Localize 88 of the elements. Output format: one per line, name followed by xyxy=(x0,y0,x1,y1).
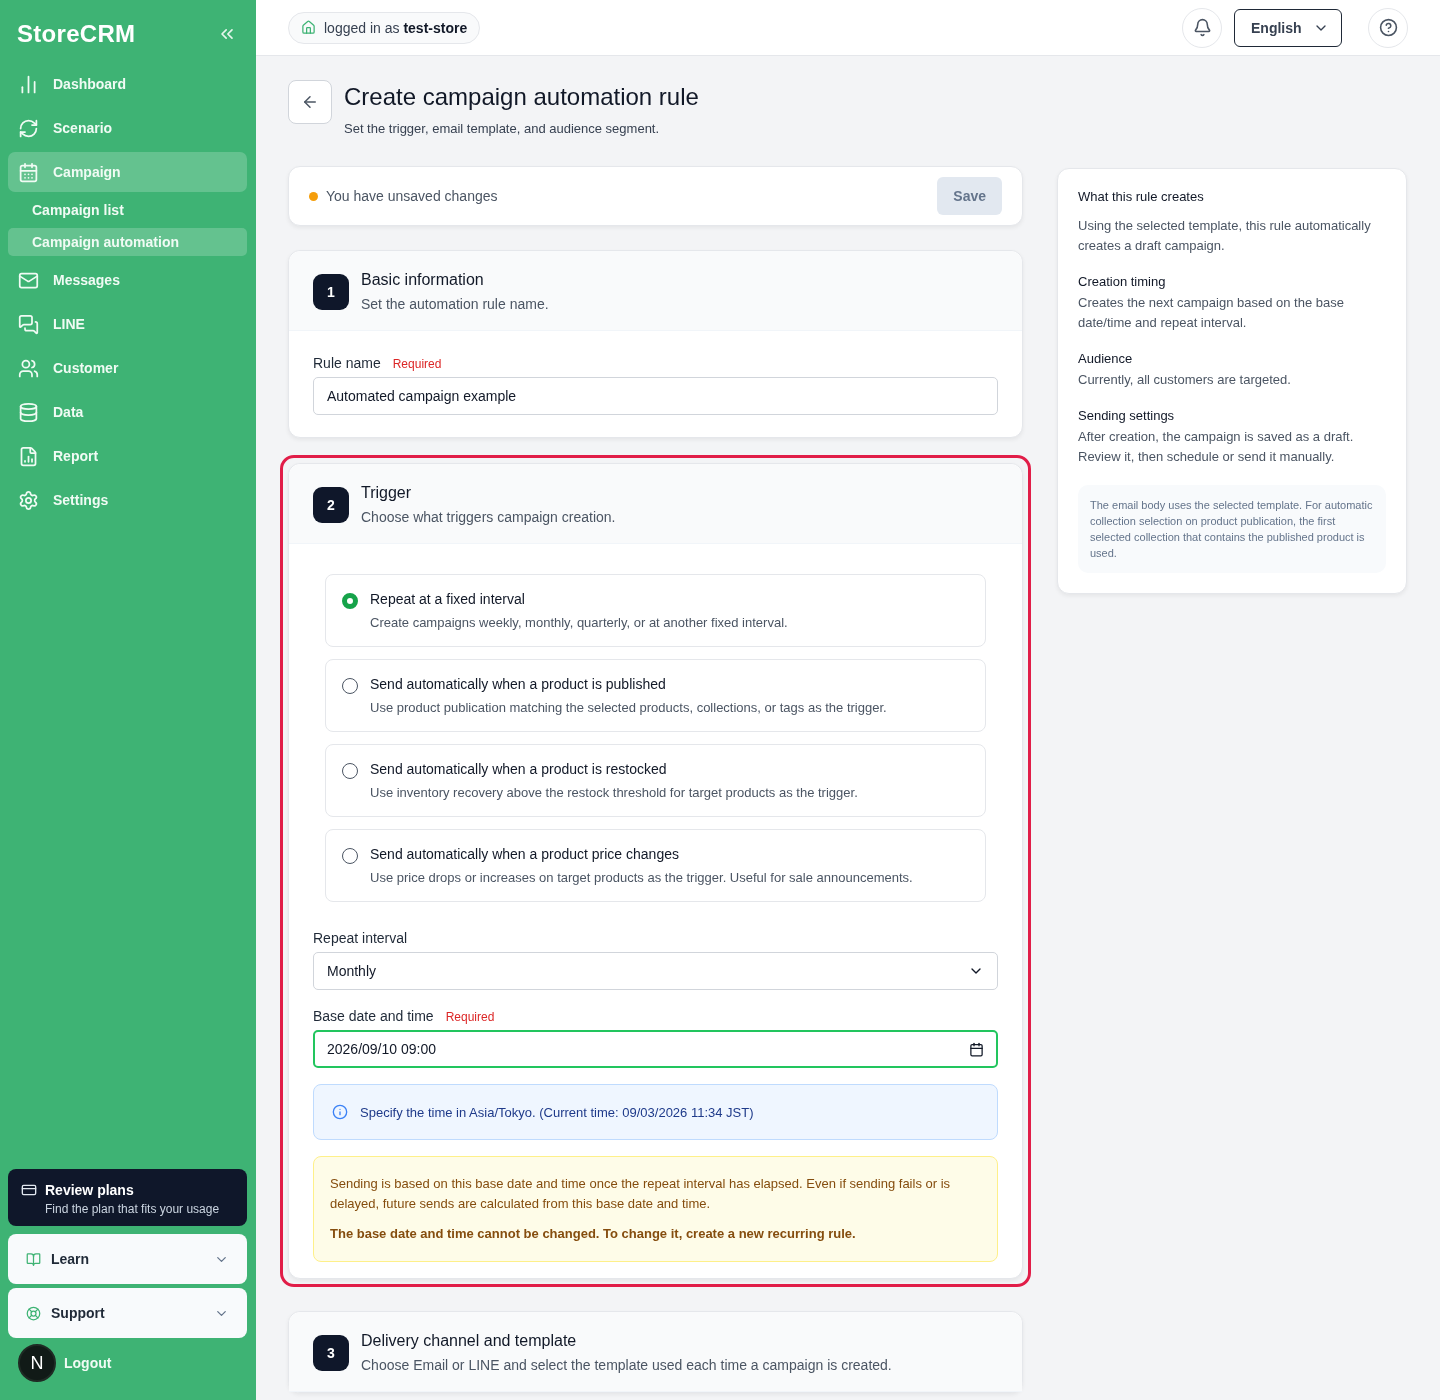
page-subtitle: Set the trigger, email template, and audience segment. xyxy=(344,121,661,136)
field-label: Rule name xyxy=(313,355,381,371)
calendar-icon xyxy=(18,161,39,183)
summary-note: The email body uses the selected template. For automatic collection selection on product publication, the first selected collection that contains the published product is used. xyxy=(1078,485,1386,573)
option-title: Send automatically when a product price changes xyxy=(370,846,680,862)
status-dot xyxy=(309,191,318,201)
info-icon xyxy=(332,1104,348,1120)
summary-text: Creates the next campaign based on the base date/time and repeat interval. xyxy=(1078,294,1345,332)
report-icon xyxy=(18,445,39,467)
select-field[interactable]: Monthly xyxy=(313,952,998,990)
logo: StoreCRM xyxy=(17,20,136,48)
help-icon xyxy=(1378,18,1398,37)
option-description: Use product publication matching the selected products, collections, or tags as the trigger. xyxy=(370,700,887,715)
summary-title: Creation timing xyxy=(1078,274,1167,289)
option-title: Send automatically when a product is restocked xyxy=(370,761,668,777)
users-icon xyxy=(18,357,39,379)
language-select[interactable]: English xyxy=(1234,8,1342,47)
summary-title: Audience xyxy=(1078,351,1134,366)
card-icon xyxy=(21,1182,37,1198)
summary-text: Currently, all customers are targeted. xyxy=(1078,371,1292,389)
warning-text: Sending is based on this base date and time once the repeat interval has elapsed. Even if sending fails or is delayed, future sends are calculated from this base date and time. xyxy=(330,1175,952,1213)
help-button[interactable] xyxy=(1368,7,1408,48)
section-title: Delivery channel and template xyxy=(361,1332,578,1350)
home-icon xyxy=(301,20,316,35)
database-icon xyxy=(18,401,39,423)
option-description: Use price drops or increases on target products as the trigger. Useful for sale announcements. xyxy=(370,870,913,885)
calendar-icon xyxy=(969,1041,984,1057)
back-button[interactable] xyxy=(288,80,332,124)
login-text: logged in as test-store xyxy=(324,19,468,36)
required-label: Required xyxy=(392,357,442,371)
option-title: Repeat at a fixed interval xyxy=(370,591,526,607)
nav-item[interactable]: LINE xyxy=(8,304,247,344)
section-subtitle: Choose what triggers campaign creation. xyxy=(361,509,616,525)
accordion-button[interactable]: Learn xyxy=(8,1234,247,1284)
required-label: Required xyxy=(445,1010,495,1024)
nav-item[interactable]: Campaign xyxy=(8,152,247,192)
accordion-button[interactable]: Support xyxy=(8,1288,247,1338)
section-subtitle: Set the automation rule name. xyxy=(361,296,549,312)
section-title: Trigger xyxy=(361,484,413,502)
step-number: 2 xyxy=(313,487,349,523)
refresh-icon xyxy=(18,117,39,139)
nav-item[interactable]: Dashboard xyxy=(8,64,247,104)
chat-icon xyxy=(18,313,39,335)
nav-item[interactable]: Scenario xyxy=(8,108,247,148)
plans-card[interactable]: Review plans Find the plan that fits your usage xyxy=(8,1169,247,1226)
summary-text: Using the selected template, this rule automatically creates a draft campaign. xyxy=(1078,217,1372,255)
nav-subitem[interactable]: Campaign list xyxy=(8,196,247,224)
nav-item[interactable]: Report xyxy=(8,436,247,476)
option-title: Send automatically when a product is published xyxy=(370,676,667,692)
datetime-field[interactable]: 2026/09/10 09:00 xyxy=(313,1030,998,1068)
nav-subitem[interactable]: Campaign automation xyxy=(8,228,247,256)
nav-item[interactable]: Data xyxy=(8,392,247,432)
radio-option[interactable]: Repeat at a fixed interval Create campaigns weekly, monthly, quarterly, or at another fixed interval. xyxy=(325,574,986,647)
input-field[interactable]: Automated campaign example xyxy=(313,377,998,415)
plans-subtitle: Find the plan that fits your usage xyxy=(44,1202,221,1216)
book-icon xyxy=(26,1251,41,1267)
bell-icon xyxy=(1192,18,1212,37)
nav-item[interactable]: Messages xyxy=(8,260,247,300)
info-text: Specify the time in Asia/Tokyo. (Current time: 09/03/2026 11:34 JST) xyxy=(360,1104,754,1120)
page-title: Create campaign automation rule xyxy=(344,83,699,111)
section-title: Basic information xyxy=(361,271,485,289)
field-label: Repeat interval xyxy=(313,930,408,946)
lifebuoy-icon xyxy=(26,1305,41,1321)
radio-option[interactable]: Send automatically when a product is published Use product publication matching the selected products, collections, or tags as the trigger. xyxy=(325,659,986,732)
radio-button[interactable] xyxy=(342,678,358,694)
notification-button[interactable] xyxy=(1182,7,1222,48)
radio-option[interactable]: Send automatically when a product price changes Use price drops or increases on target products as the trigger. Useful for sale announcements. xyxy=(325,829,986,902)
step-number: 3 xyxy=(313,1335,349,1371)
section-subtitle: Choose Email or LINE and select the template used each time a campaign is created. xyxy=(361,1357,892,1373)
radio-button[interactable] xyxy=(342,848,358,864)
summary-text: After creation, the campaign is saved as a draft. Review it, then schedule or send it manually. xyxy=(1078,428,1355,466)
warning-text: The base date and time cannot be changed. To change it, create a new recurring rule. xyxy=(330,1225,857,1243)
option-description: Create campaigns weekly, monthly, quarterly, or at another fixed interval. xyxy=(370,615,788,630)
summary-title: Sending settings xyxy=(1078,408,1176,423)
nav-item[interactable]: Settings xyxy=(8,480,247,520)
radio-button[interactable] xyxy=(342,593,358,609)
radio-button[interactable] xyxy=(342,763,358,779)
nav-item[interactable]: Customer xyxy=(8,348,247,388)
radio-option[interactable]: Send automatically when a product is restocked Use inventory recovery above the restock threshold for target products as the trigger. xyxy=(325,744,986,817)
settings-icon xyxy=(18,489,39,511)
summary-title: What this rule creates xyxy=(1078,189,1205,204)
step-number: 1 xyxy=(313,274,349,310)
option-description: Use inventory recovery above the restock threshold for target products as the trigger. xyxy=(370,785,858,800)
logout-link[interactable]: Logout xyxy=(64,1355,112,1371)
plans-title: Review plans xyxy=(45,1182,134,1198)
avatar[interactable]: N xyxy=(18,1344,56,1382)
field-label: Base date and time xyxy=(313,1008,434,1024)
unsaved-text: You have unsaved changes xyxy=(326,188,499,204)
